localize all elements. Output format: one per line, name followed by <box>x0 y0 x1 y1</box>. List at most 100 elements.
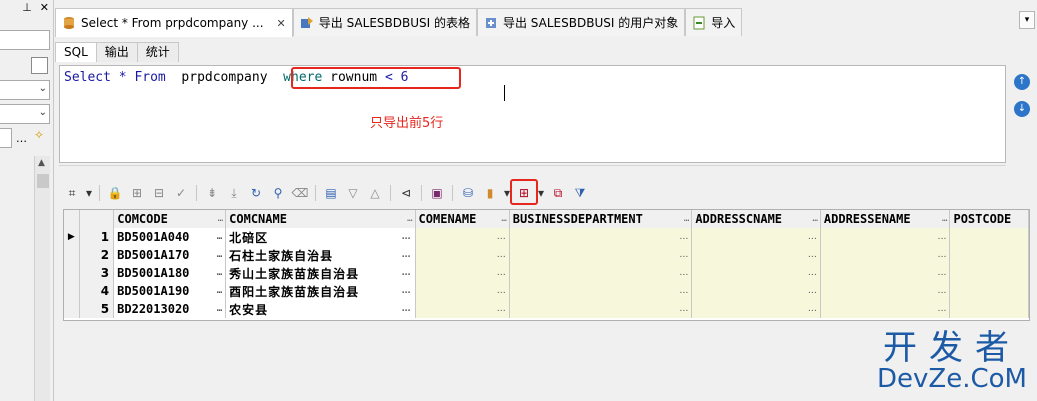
cell-comcode[interactable]: BD5001A180… <box>114 264 227 282</box>
cell-postcode[interactable] <box>950 246 1029 264</box>
table-row[interactable]: 5 BD22013020… 农安县…………… <box>64 300 1029 318</box>
column-header[interactable]: COMCNAME… <box>226 210 416 228</box>
sql-editor[interactable]: Select * From prpdcompany where rownum <… <box>59 65 1006 163</box>
cell-comcode[interactable]: BD5001A190… <box>114 282 227 300</box>
more-icon[interactable]: … <box>402 232 412 242</box>
subtab-output[interactable]: 输出 <box>95 42 138 62</box>
subtab-sql[interactable]: SQL <box>55 42 97 62</box>
cell-addresscname[interactable]: … <box>692 246 821 264</box>
more-icon[interactable]: … <box>402 268 412 278</box>
cell-businessdepartment[interactable]: … <box>509 228 693 246</box>
previous-record-icon[interactable]: △ <box>366 184 384 202</box>
clear-icon[interactable]: ⌫ <box>291 184 309 202</box>
cell-comcname[interactable]: 秀山土家族苗族自治县… <box>226 264 416 282</box>
fetch-next-icon[interactable]: ⇟ <box>203 184 221 202</box>
more-icon[interactable]: … <box>937 268 946 278</box>
chart-icon[interactable]: ▮ <box>481 184 499 202</box>
object-filter-field[interactable] <box>0 30 50 50</box>
dropdown-arrow-icon[interactable]: ▾ <box>85 184 93 202</box>
cell-comename[interactable]: … <box>415 300 510 318</box>
cell-businessdepartment[interactable]: … <box>509 300 693 318</box>
more-icon[interactable]: … <box>497 286 506 296</box>
more-icon[interactable]: … <box>937 286 946 296</box>
delete-record-icon[interactable]: ⊟ <box>150 184 168 202</box>
close-tab-icon[interactable]: ✕ <box>277 17 286 30</box>
arrow-up-icon[interactable]: ↑ <box>1014 74 1030 90</box>
more-icon[interactable]: … <box>217 268 222 278</box>
next-record-icon[interactable]: ▽ <box>344 184 362 202</box>
column-header[interactable]: ADDRESSCNAME… <box>692 210 821 228</box>
more-icon[interactable]: … <box>808 232 817 242</box>
row-pointer[interactable] <box>64 246 80 264</box>
more-icon[interactable]: … <box>402 286 412 296</box>
more-icon[interactable]: … <box>217 250 222 260</box>
cell-businessdepartment[interactable]: … <box>509 264 693 282</box>
row-number[interactable]: 2 <box>79 246 115 264</box>
owner-select[interactable]: ⌄ <box>0 80 50 100</box>
cell-postcode[interactable] <box>950 300 1029 318</box>
cell-addresscname[interactable]: … <box>692 264 821 282</box>
tab-list-dropdown[interactable]: ▾ <box>1019 11 1035 29</box>
column-header[interactable]: COMCODE… <box>114 210 227 228</box>
save-icon[interactable]: ▣ <box>428 184 446 202</box>
tab-export-tables[interactable]: 导出 SALESBDBUSI 的表格 <box>292 8 477 36</box>
arrow-down-icon[interactable]: ↓ <box>1014 101 1030 117</box>
cell-addressename[interactable]: … <box>820 264 951 282</box>
more-icon[interactable]: … <box>679 286 688 296</box>
row-pointer[interactable] <box>64 300 80 318</box>
column-header[interactable]: COMENAME… <box>415 210 510 228</box>
subtab-statistics[interactable]: 统计 <box>136 42 179 62</box>
cell-addresscname[interactable]: … <box>692 228 821 246</box>
type-select[interactable]: ⌄ <box>0 104 50 124</box>
more-icon[interactable]: … <box>497 304 506 314</box>
tab-export-user-objects[interactable]: 导出 SALESBDBUSI 的用户对象 <box>476 8 686 36</box>
table-row[interactable]: 4 BD5001A190… 酉阳土家族苗族自治县…………… <box>64 282 1029 300</box>
grid-menu-icon[interactable]: ⌗ <box>63 184 81 202</box>
cell-comcode[interactable]: BD22013020… <box>114 300 227 318</box>
more-icon[interactable]: … <box>937 304 946 314</box>
cell-postcode[interactable] <box>950 264 1029 282</box>
more-icon[interactable]: … <box>217 286 222 296</box>
result-grid[interactable]: COMCODE … COMCNAME … COMENAME … BUSINESSDEP… <box>63 209 1030 321</box>
more-icon[interactable]: … <box>937 250 946 260</box>
more-icon[interactable]: … <box>402 304 412 314</box>
filter-icon[interactable]: ⧩ <box>571 184 589 202</box>
row-number[interactable]: 3 <box>79 264 115 282</box>
row-pointer[interactable] <box>64 264 80 282</box>
cell-addresscname[interactable]: … <box>692 300 821 318</box>
more-icon[interactable]: … <box>937 232 946 242</box>
row-number[interactable]: 5 <box>79 300 115 318</box>
row-number[interactable]: 1 <box>79 228 115 246</box>
search-input[interactable] <box>0 128 12 148</box>
compare-icon[interactable]: ⧉ <box>549 184 567 202</box>
more-icon[interactable]: … <box>407 214 412 224</box>
cell-comename[interactable]: … <box>415 282 510 300</box>
lock-icon[interactable]: 🔒 <box>106 184 124 202</box>
cell-comename[interactable]: … <box>415 228 510 246</box>
more-icon[interactable]: … <box>501 214 506 224</box>
scroll-up-icon[interactable]: ▲ <box>38 158 45 168</box>
more-icon[interactable]: … <box>497 250 506 260</box>
more-icon[interactable]: … <box>218 214 223 224</box>
column-header[interactable]: ADDRESSENAME… <box>820 210 951 228</box>
post-changes-icon[interactable]: ✓ <box>172 184 190 202</box>
refresh-icon[interactable]: ↻ <box>247 184 265 202</box>
more-icon[interactable]: … <box>679 250 688 260</box>
more-icon[interactable]: … <box>808 304 817 314</box>
more-icon[interactable]: … <box>679 268 688 278</box>
fetch-last-icon[interactable]: ⤓ <box>225 184 243 202</box>
table-row[interactable]: 3 BD5001A180… 秀山土家族苗族自治县…………… <box>64 264 1029 282</box>
cell-businessdepartment[interactable]: … <box>509 282 693 300</box>
cell-addressename[interactable]: … <box>820 282 951 300</box>
pin-icon[interactable]: ⊥ <box>22 1 32 14</box>
more-icon[interactable]: … <box>679 304 688 314</box>
table-row[interactable]: ▶ 1 BD5001A040… 北碚区…………… <box>64 228 1029 246</box>
row-pointer[interactable]: ▶ <box>64 228 80 246</box>
table-row[interactable]: 2 BD5001A170… 石柱土家族自治县…………… <box>64 246 1029 264</box>
close-panel-icon[interactable]: ✕ <box>40 1 49 14</box>
column-header[interactable]: BUSINESSDEPARTMENT… <box>509 210 693 228</box>
cell-comcode[interactable]: BD5001A170… <box>114 246 227 264</box>
more-icon[interactable]: … <box>217 304 222 314</box>
left-scrollbar[interactable]: ▲ <box>34 156 50 401</box>
tab-sql-window[interactable]: Select * From prpdcompany ... ✕ <box>55 8 293 37</box>
